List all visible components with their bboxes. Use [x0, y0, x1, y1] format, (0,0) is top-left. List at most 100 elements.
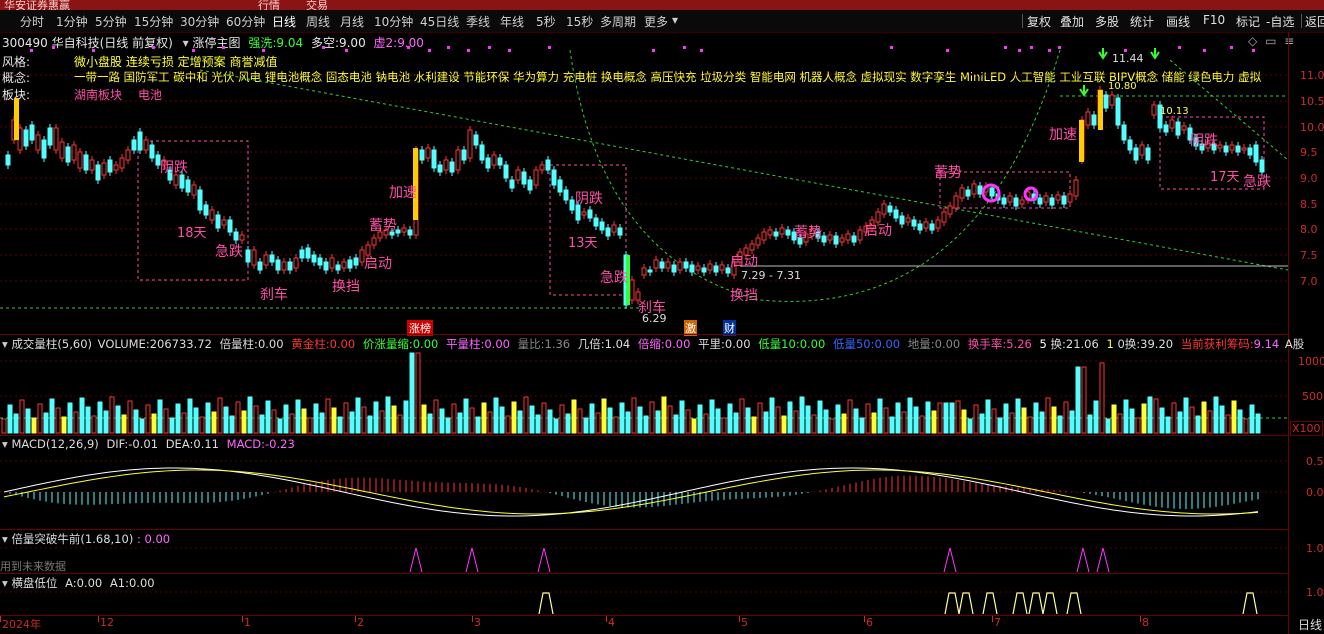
- candle-body: [245, 249, 251, 263]
- bankuai-2[interactable]: 电池: [138, 86, 162, 103]
- volume-bar: [649, 401, 655, 434]
- f10-button[interactable]: F10: [1203, 13, 1225, 27]
- volume-bar: [1051, 406, 1057, 434]
- volume-bar: [721, 417, 727, 434]
- volume-bar: [1009, 412, 1015, 434]
- period-item[interactable]: 多周期: [600, 13, 636, 30]
- volume-bar: [1153, 398, 1159, 434]
- candle-body: [683, 261, 689, 269]
- watchlist-button[interactable]: -自选: [1266, 13, 1294, 30]
- candle-body: [899, 215, 905, 225]
- volume-bar: [37, 403, 43, 434]
- period-item[interactable]: 分时: [20, 13, 44, 30]
- volume-bar: [1219, 405, 1225, 434]
- bottom-period-label[interactable]: 日线: [1298, 616, 1322, 633]
- multi-stock-button[interactable]: 多股: [1095, 13, 1119, 30]
- vol-indicator-name[interactable]: 成交量柱(5,60): [11, 337, 92, 351]
- macd-dropdown-icon[interactable]: ▾: [2, 437, 8, 451]
- more-dropdown-icon[interactable]: ▾: [672, 13, 678, 27]
- candle-body: [935, 219, 941, 229]
- volume-bar: [877, 398, 883, 434]
- period-item[interactable]: 日线: [272, 13, 296, 30]
- draw-line-button[interactable]: 画线: [1166, 13, 1190, 30]
- window-title-bar: 华安证券惠赢 行情 交易: [0, 0, 1324, 12]
- hp-signal: [538, 592, 554, 615]
- volume-bar: [349, 411, 355, 434]
- back-button[interactable]: 返回: [1305, 13, 1324, 30]
- candle-body: [473, 134, 479, 146]
- volume-bar: [115, 405, 121, 434]
- indicator-dropdown-icon[interactable]: ▾: [183, 36, 189, 50]
- price-tick: 8.0: [1300, 223, 1318, 236]
- candle-body: [1019, 199, 1025, 205]
- stock-title[interactable]: 300490 华自科技(日线 前复权): [2, 36, 173, 50]
- toolbar-divider: [1022, 14, 1023, 28]
- period-item[interactable]: 季线: [466, 13, 490, 30]
- vol-dropdown-icon[interactable]: ▾: [2, 337, 8, 351]
- bl-dropdown-icon[interactable]: ▾: [2, 532, 8, 546]
- hp-dropdown-icon[interactable]: ▾: [2, 576, 8, 590]
- period-item[interactable]: 5分钟: [95, 13, 127, 30]
- volume-bar: [661, 396, 667, 434]
- mark-button[interactable]: 标记: [1236, 13, 1260, 30]
- volume-bar: [1141, 403, 1147, 434]
- period-item[interactable]: 10分钟: [374, 13, 413, 30]
- period-item[interactable]: 更多: [644, 13, 668, 30]
- period-item[interactable]: 1分钟: [56, 13, 88, 30]
- period-item[interactable]: 15秒: [566, 13, 593, 30]
- volume-bar: [601, 398, 607, 434]
- menu-icon[interactable]: ≡: [1284, 34, 1294, 48]
- volume-bar: [823, 409, 829, 434]
- candle-body: [449, 161, 455, 173]
- volume-bar: [1225, 414, 1231, 434]
- overlay-button[interactable]: 叠加: [1060, 13, 1084, 30]
- volume-bar: [607, 407, 613, 434]
- arrow-down-icon: [1098, 48, 1108, 60]
- candle-body: [1145, 147, 1151, 161]
- volume-bar: [181, 412, 187, 434]
- period-item[interactable]: 15分钟: [134, 13, 173, 30]
- signal-dot: [1018, 49, 1021, 52]
- diliang-value: 0.00: [934, 337, 961, 351]
- period-item[interactable]: 年线: [500, 13, 524, 30]
- period-item[interactable]: 月线: [340, 13, 364, 30]
- stats-button[interactable]: 统计: [1130, 13, 1154, 30]
- volume-bar: [415, 352, 421, 434]
- period-item[interactable]: 5秒: [536, 13, 556, 30]
- restore-icon[interactable]: ▭: [1265, 34, 1276, 48]
- candle-body: [665, 261, 671, 269]
- volume-bar: [1003, 403, 1009, 434]
- candle-body: [1181, 125, 1187, 131]
- price-tick: 7.5: [1300, 249, 1318, 262]
- volume-bar: [1255, 413, 1261, 434]
- bl-name[interactable]: 倍量突破牛前(1.68,10): [11, 532, 133, 546]
- range-label: 7.29 - 7.31: [741, 269, 801, 282]
- macd-histogram: [9, 475, 1259, 509]
- macd-name[interactable]: MACD(12,26,9): [11, 437, 98, 451]
- volume-bar: [1021, 407, 1027, 434]
- bankuai-1[interactable]: 湖南板块: [74, 86, 122, 103]
- volume-bar: [1243, 418, 1249, 434]
- volume-bar: [283, 404, 289, 434]
- period-item[interactable]: 30分钟: [180, 13, 219, 30]
- bl-signal: [1096, 547, 1110, 573]
- volume-bar: [925, 401, 931, 434]
- period-item[interactable]: 周线: [306, 13, 330, 30]
- hp-name[interactable]: 横盘低位: [11, 576, 57, 590]
- candle-body: [695, 265, 701, 271]
- diamond-icon[interactable]: ◇: [1248, 34, 1257, 48]
- volume-bar: [745, 407, 751, 434]
- candle-body: [17, 127, 23, 151]
- volume-bar: [1063, 401, 1069, 434]
- vol-value: 206733.72: [149, 337, 212, 351]
- fuquan-button[interactable]: 复权: [1027, 13, 1051, 30]
- hp-signal: [982, 592, 998, 615]
- candle-body: [233, 231, 239, 241]
- period-item[interactable]: 45日线: [420, 13, 459, 30]
- huangjin-value: 0.00: [329, 337, 356, 351]
- period-item[interactable]: 60分钟: [226, 13, 265, 30]
- anno-jidie-3: 急跌: [1243, 174, 1271, 190]
- dif-label: DIF:: [106, 437, 129, 451]
- indicator-name[interactable]: 涨停主图: [193, 36, 241, 50]
- volume-bar: [49, 398, 55, 434]
